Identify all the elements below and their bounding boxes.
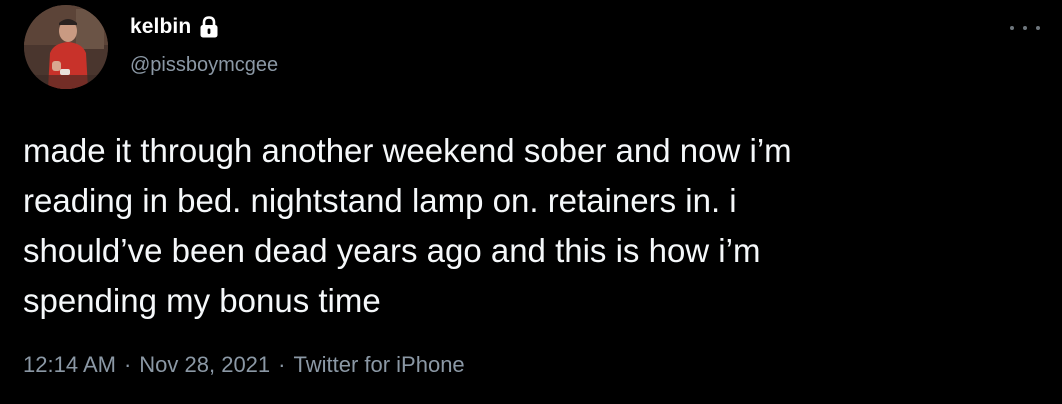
tweet-meta: 12:14 AM · Nov 28, 2021 · Twitter for iP… bbox=[23, 352, 465, 378]
tweet-source[interactable]: Twitter for iPhone bbox=[293, 352, 464, 378]
tweet-date[interactable]: Nov 28, 2021 bbox=[139, 352, 270, 378]
tweet-time[interactable]: 12:14 AM bbox=[23, 352, 116, 378]
meta-separator: · bbox=[123, 352, 132, 377]
avatar-photo bbox=[24, 5, 108, 89]
tweet-card: kelbin @pissboymcgee made it through ano… bbox=[0, 0, 1062, 404]
more-icon-dot bbox=[1036, 26, 1040, 30]
tweet-text: made it through another weekend sober an… bbox=[23, 132, 792, 319]
author-display-name[interactable]: kelbin bbox=[130, 15, 191, 39]
avatar[interactable] bbox=[24, 5, 108, 89]
name-row: kelbin bbox=[130, 12, 278, 42]
more-icon bbox=[1010, 26, 1014, 30]
more-icon-dot bbox=[1023, 26, 1027, 30]
more-options-button[interactable] bbox=[1010, 18, 1040, 38]
author-handle[interactable]: @pissboymcgee bbox=[130, 54, 278, 77]
meta-separator: · bbox=[278, 352, 286, 377]
author-info: kelbin @pissboymcgee bbox=[130, 12, 278, 77]
lock-icon bbox=[198, 15, 220, 39]
